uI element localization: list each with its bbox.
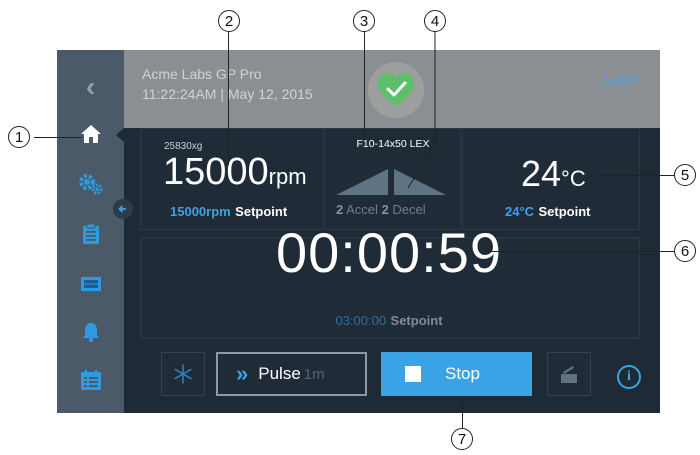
pulse-duration: 1m [303, 365, 325, 383]
temperature-unit: °C [561, 166, 586, 191]
info-icon: i [627, 369, 631, 384]
arrow-left-icon [118, 205, 126, 213]
timer-setpoint: 03:00:00 Setpoint [140, 312, 638, 330]
sidebar-item-rotor[interactable] [57, 269, 124, 299]
callout-line-6 [488, 251, 676, 252]
callout-line-7 [462, 396, 463, 428]
timer-setpoint-label: Setpoint [390, 313, 443, 328]
sidebar: ‹ [57, 50, 124, 413]
clipboard-icon [82, 223, 99, 244]
callout-5: 5 [674, 164, 696, 186]
home-icon [80, 125, 101, 143]
speed-readout: 15000rpm [163, 151, 307, 194]
sidebar-item-home[interactable] [57, 119, 124, 149]
pulse-button[interactable]: » Pulse 1m [216, 352, 367, 396]
snowflake-icon [174, 364, 192, 384]
sidebar-item-log[interactable] [57, 365, 124, 395]
door-button[interactable] [547, 352, 591, 396]
speed-value: 15000 [163, 151, 269, 193]
login-link[interactable]: Login [604, 70, 638, 86]
accel-decel-values: 2 Accel 2 Decel [336, 202, 426, 217]
sidebar-item-programs[interactable] [57, 219, 124, 249]
sidebar-item-settings[interactable] [57, 169, 124, 199]
speed-setpoint-label: Setpoint [235, 204, 288, 219]
speed-unit: rpm [268, 164, 307, 189]
stop-square-icon [405, 366, 421, 382]
collapse-sidebar-button[interactable] [113, 199, 133, 219]
temperature-panel[interactable]: 24°C 24°C Setpoint [462, 128, 640, 230]
callout-line-4 [407, 29, 436, 189]
calendar-list-icon [80, 370, 101, 390]
info-button[interactable]: i [617, 365, 641, 389]
hold-button[interactable] [161, 352, 205, 396]
decel-label: Decel [392, 202, 426, 217]
speed-setpoint: 15000rpm Setpoint [170, 203, 287, 221]
speed-setpoint-value: 15000rpm [170, 204, 231, 219]
stop-label: Stop [445, 364, 480, 383]
gears-icon [78, 174, 102, 195]
callout-4: 4 [424, 10, 446, 32]
temperature-value: 24 [521, 153, 562, 194]
callout-3: 3 [353, 10, 375, 32]
device-name: Acme Labs GP Pro [142, 66, 262, 82]
active-item-indicator [116, 128, 124, 142]
callout-6: 6 [674, 240, 696, 262]
temperature-setpoint-value: 24°C [505, 204, 535, 219]
callout-2: 2 [218, 10, 240, 32]
callout-line-3 [364, 29, 365, 139]
temperature-setpoint-label: Setpoint [538, 204, 591, 219]
accel-value: 2 [336, 202, 344, 217]
callout-1: 1 [8, 126, 30, 148]
bell-icon [82, 323, 99, 343]
rotor-panel[interactable]: F10-14x50 LEX 2 Accel 2 Decel [325, 128, 461, 230]
lid-open-icon [561, 366, 577, 383]
timer-value: 00:00:59 [276, 221, 502, 284]
double-chevron-right-icon: » [236, 361, 249, 386]
sidebar-item-alarms[interactable] [57, 317, 124, 347]
callout-line-1 [34, 137, 82, 138]
temperature-readout: 24°C [521, 153, 586, 195]
timer-setpoint-value: 03:00:00 [335, 313, 387, 328]
callout-line-2 [228, 29, 229, 165]
decel-value: 2 [381, 202, 389, 217]
accel-label: Accel [346, 202, 378, 217]
callout-line-5 [596, 175, 676, 176]
chevron-left-icon: ‹ [85, 71, 96, 102]
speed-panel[interactable]: 25830xg 15000rpm 15000rpm Setpoint [140, 128, 324, 230]
callout-7: 7 [451, 428, 473, 450]
stop-button[interactable]: Stop [381, 352, 532, 396]
pulse-label: Pulse [258, 364, 301, 383]
back-button[interactable]: ‹ [57, 71, 124, 102]
film-icon [80, 277, 101, 291]
temperature-setpoint: 24°C Setpoint [505, 203, 591, 221]
